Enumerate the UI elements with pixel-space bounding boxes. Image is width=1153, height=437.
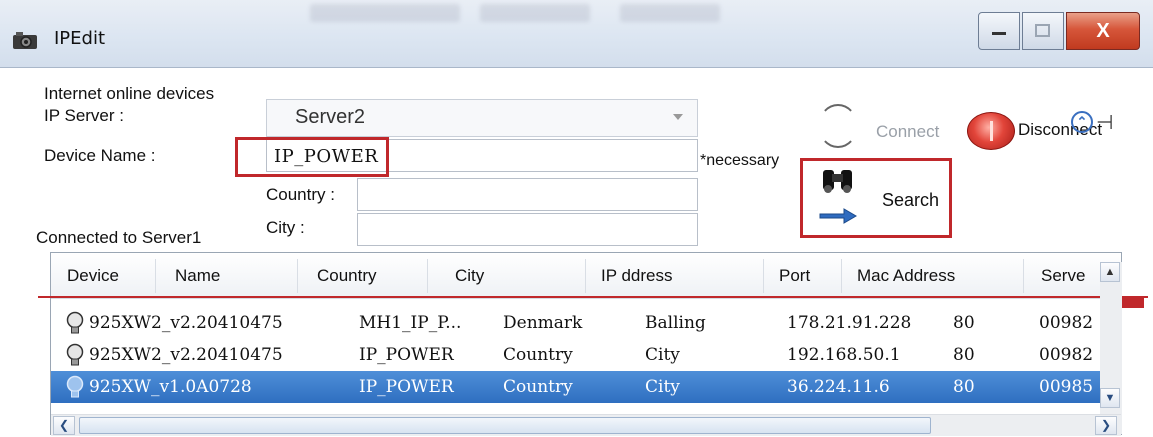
vertical-scrollbar[interactable]: [1100, 262, 1122, 434]
device-name-label: Device Name :: [44, 146, 156, 165]
cell-mac: 00982: [1039, 345, 1094, 365]
table-row[interactable]: 925XW2_v2.20410475 MH1_IP_P... Denmark B…: [51, 307, 1103, 339]
ip-server-label: IP Server :: [44, 106, 124, 125]
cell-device: 925XW2_v2.20410475: [89, 313, 283, 333]
column-header-mac[interactable]: Mac Address: [857, 266, 955, 286]
bulb-icon: [66, 375, 84, 398]
maximize-button[interactable]: [1022, 12, 1064, 50]
column-divider[interactable]: [763, 259, 764, 293]
column-header-server[interactable]: Serve: [1041, 266, 1085, 286]
device-table: Device Name Country City IP ddress Port …: [50, 252, 1122, 435]
annotation-line: [38, 296, 1148, 298]
bulb-icon: [66, 343, 84, 366]
chevron-right-icon: ❯: [1100, 418, 1112, 432]
cell-city: City: [645, 377, 680, 397]
search-label: Search: [882, 190, 940, 210]
column-header-name[interactable]: Name: [175, 266, 220, 286]
cell-country: Country: [503, 345, 573, 365]
pin-icon[interactable]: ⊣: [1096, 110, 1113, 135]
cell-port: 80: [953, 377, 975, 397]
table-row-selected[interactable]: 925XW_v1.0A0728 IP_POWER Country City 36…: [51, 371, 1103, 403]
help-icon[interactable]: ⌃: [1071, 111, 1093, 133]
city-input[interactable]: [357, 213, 698, 246]
minimize-icon: [992, 32, 1006, 35]
cell-ip: 36.224.11.6: [787, 377, 890, 397]
cell-name: MH1_IP_P...: [359, 313, 462, 333]
table-row[interactable]: 925XW2_v2.20410475 IP_POWER Country City…: [51, 339, 1103, 371]
scroll-up-button[interactable]: ▲: [1100, 262, 1120, 282]
cell-name: IP_POWER: [359, 345, 454, 365]
ip-server-value: Server2: [295, 106, 366, 128]
title-bar: IPEdit X: [0, 0, 1153, 68]
cell-mac: 00985: [1039, 377, 1094, 397]
column-divider[interactable]: [155, 259, 156, 293]
background-blur: [620, 4, 720, 22]
disconnect-icon: [967, 112, 1015, 150]
column-header-ip[interactable]: IP ddress: [601, 266, 673, 286]
column-divider[interactable]: [841, 259, 842, 293]
arrow-right-icon: [819, 208, 857, 224]
country-input[interactable]: [357, 178, 698, 211]
column-header-port[interactable]: Port: [779, 266, 810, 286]
cell-port: 80: [953, 313, 975, 333]
necessary-note: *necessary: [700, 152, 780, 169]
cell-port: 80: [953, 345, 975, 365]
column-divider[interactable]: [585, 259, 586, 293]
cell-city: Balling: [645, 313, 706, 333]
annotation-mark: [1122, 296, 1144, 308]
cell-ip: 192.168.50.1: [787, 345, 901, 365]
cell-mac: 00982: [1039, 313, 1094, 333]
background-blur: [310, 4, 460, 22]
background-blur: [480, 4, 590, 22]
column-divider[interactable]: [1023, 259, 1024, 293]
scroll-left-button[interactable]: ❮: [53, 416, 75, 435]
column-header-device[interactable]: Device: [67, 266, 119, 286]
scroll-right-button[interactable]: ❯: [1095, 416, 1117, 435]
cell-ip: 178.21.91.228: [787, 313, 912, 333]
column-divider[interactable]: [427, 259, 428, 293]
cell-device: 925XW_v1.0A0728: [89, 377, 252, 397]
chevron-left-icon: ❮: [58, 418, 70, 432]
cell-country: Denmark: [503, 313, 583, 333]
window-title: IPEdit: [54, 28, 106, 49]
cell-city: City: [645, 345, 680, 365]
chevron-up-icon: ▲: [1104, 266, 1116, 278]
group-label: Internet online devices: [44, 84, 215, 103]
chevron-down-icon: ▼: [1104, 392, 1116, 404]
maximize-icon: [1035, 24, 1050, 37]
connect-label: Connect: [876, 122, 940, 141]
camera-icon: [13, 32, 37, 49]
ip-server-select[interactable]: Server2: [266, 99, 698, 137]
device-name-highlight: [235, 137, 389, 177]
bulb-icon: [66, 311, 84, 334]
cell-device: 925XW2_v2.20410475: [89, 345, 283, 365]
cell-country: Country: [503, 377, 573, 397]
connection-status: Connected to Server1: [36, 228, 202, 247]
close-icon: X: [1096, 19, 1110, 42]
minimize-button[interactable]: [978, 12, 1020, 50]
city-label: City :: [266, 218, 305, 237]
chevron-down-icon: [673, 114, 683, 120]
table-header: Device Name Country City IP ddress Port …: [51, 253, 1121, 299]
horizontal-scrollbar[interactable]: ❮ ❯: [51, 414, 1121, 436]
scroll-thumb[interactable]: [79, 417, 931, 434]
country-label: Country :: [266, 185, 335, 204]
scroll-down-button[interactable]: ▼: [1100, 388, 1120, 408]
column-header-country[interactable]: Country: [317, 266, 377, 286]
connect-icon: [818, 104, 858, 148]
column-header-city[interactable]: City: [455, 266, 484, 286]
close-button[interactable]: X: [1066, 12, 1140, 50]
cell-name: IP_POWER: [359, 377, 454, 397]
binoculars-icon: [823, 170, 852, 193]
column-divider[interactable]: [297, 259, 298, 293]
